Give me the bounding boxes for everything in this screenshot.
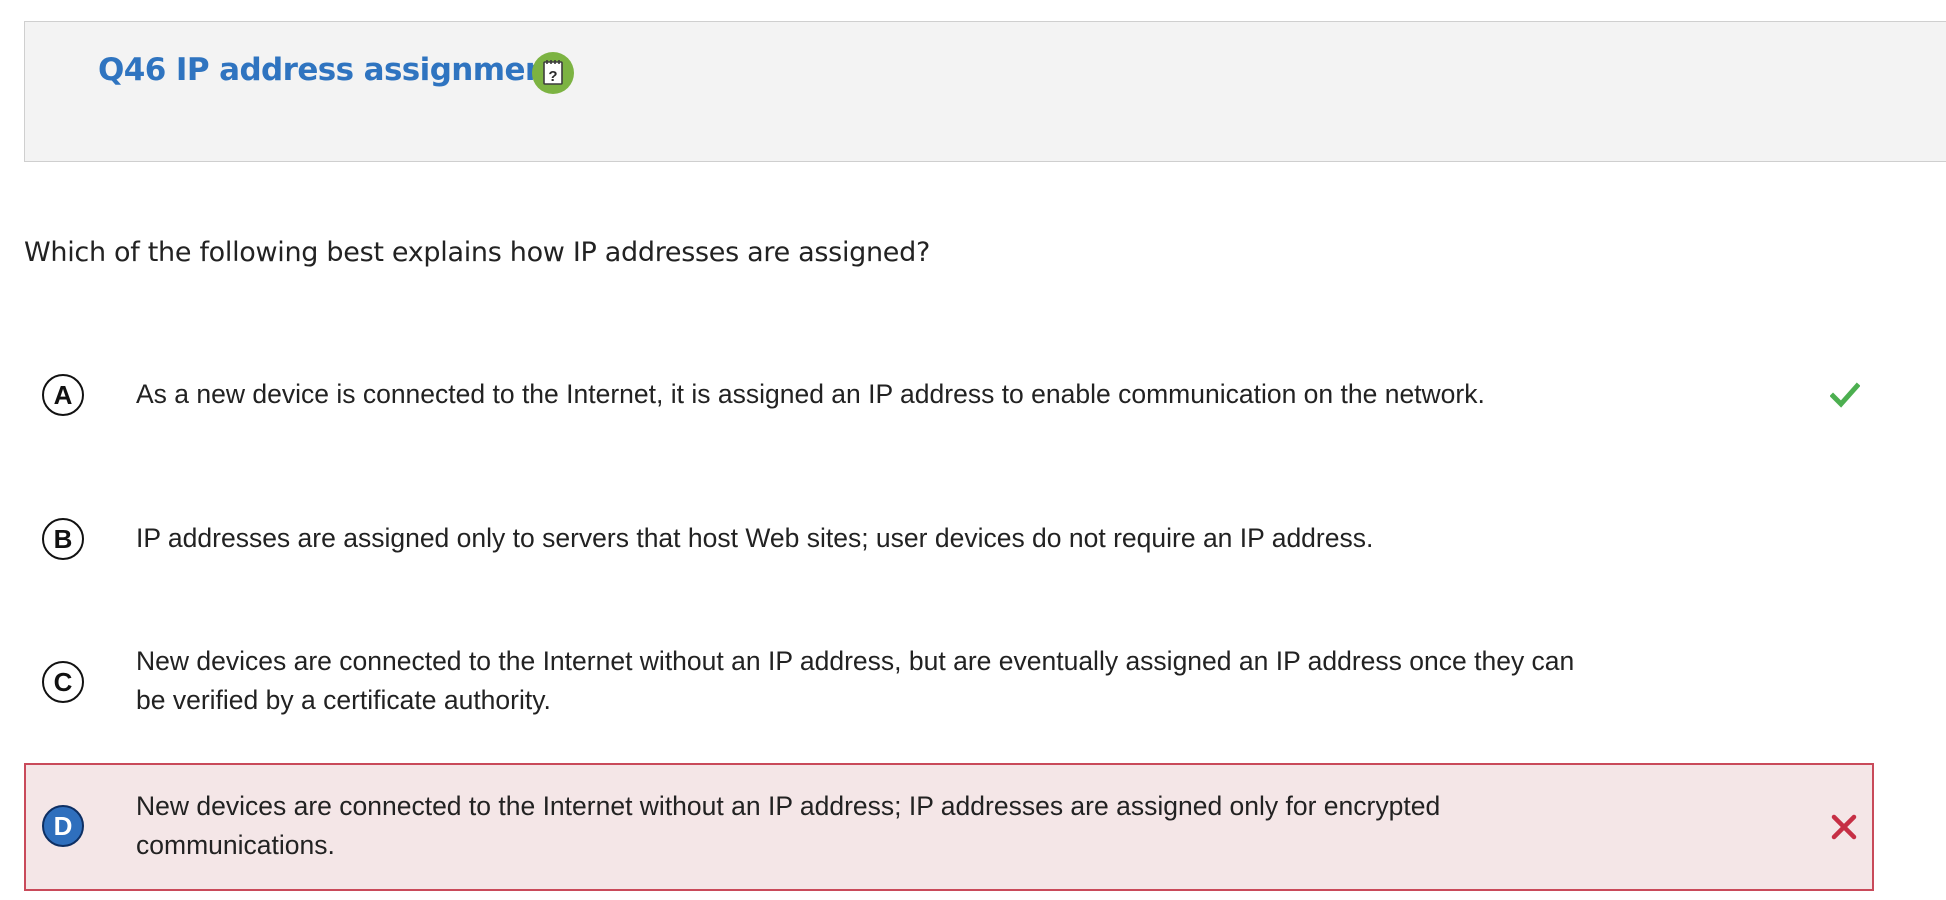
choice-text-a: As a new device is connected to the Inte… [136,379,1485,409]
answer-choice-d[interactable]: D New devices are connected to the Inter… [24,763,1874,891]
choice-letter-b[interactable]: B [42,518,84,560]
help-notepad-icon[interactable]: ? [532,52,574,94]
choice-letter-d[interactable]: D [42,805,84,847]
answer-choice-a[interactable]: A As a new device is connected to the In… [24,355,1874,435]
question-header [24,21,1946,162]
choice-text-d: New devices are connected to the Interne… [136,791,1441,860]
correct-checkmark-icon [1830,382,1860,408]
choice-text-c: New devices are connected to the Interne… [136,646,1575,715]
choice-text-b: IP addresses are assigned only to server… [136,523,1374,553]
answer-choice-b[interactable]: B IP addresses are assigned only to serv… [24,500,1874,580]
svg-text:?: ? [548,68,557,85]
question-prompt: Which of the following best explains how… [24,237,930,268]
choice-letter-c[interactable]: C [42,661,84,703]
answer-choice-c[interactable]: C New devices are connected to the Inter… [24,640,1874,730]
question-title: Q46 IP address assignment [98,52,561,88]
incorrect-x-icon [1831,814,1857,840]
choice-letter-a[interactable]: A [42,374,84,416]
